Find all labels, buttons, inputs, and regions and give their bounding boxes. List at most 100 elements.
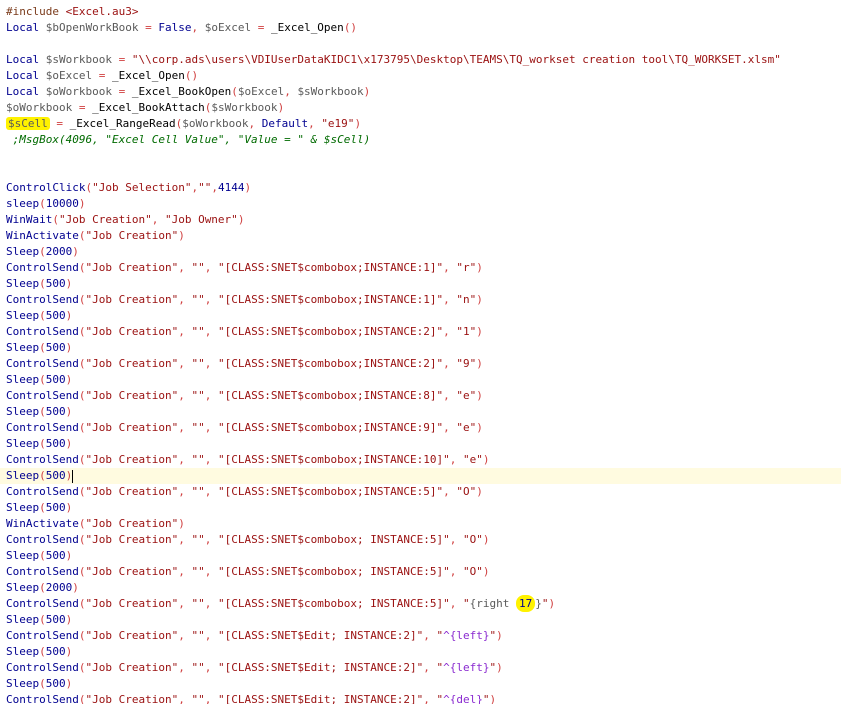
code-token: , [204, 357, 218, 370]
code-line[interactable] [0, 36, 841, 52]
code-line[interactable]: Sleep(500) [0, 676, 841, 692]
code-token: 2000 [45, 245, 73, 258]
code-token: "" [191, 661, 205, 674]
code-token: Local [6, 85, 46, 98]
code-token: $oWorkbook [6, 101, 73, 114]
code-line[interactable]: Sleep(500) [0, 404, 841, 420]
code-token: ^{left} [443, 661, 490, 674]
code-token: , [443, 421, 457, 434]
code-token: Default [261, 117, 309, 130]
code-token: () [184, 69, 199, 82]
code-line[interactable]: ControlSend("Job Creation", "", "[CLASS:… [0, 595, 841, 612]
code-token: Sleep [6, 373, 40, 386]
code-token: "" [191, 293, 205, 306]
code-token: ) [72, 245, 79, 258]
code-token: ^{left} [443, 629, 490, 642]
code-token: , [178, 565, 192, 578]
code-line[interactable]: Sleep(500) [0, 500, 841, 516]
code-token: ( [39, 309, 46, 322]
code-token: ( [39, 437, 46, 450]
code-line[interactable]: ControlSend("Job Creation", "", "[CLASS:… [0, 532, 841, 548]
code-line[interactable]: Sleep(500) [0, 308, 841, 324]
code-token: ) [489, 693, 497, 704]
code-line[interactable]: ControlSend("Job Creation", "", "[CLASS:… [0, 420, 841, 436]
code-line[interactable]: Local $bOpenWorkBook = False, $oExcel = … [0, 20, 841, 36]
code-line[interactable]: Sleep(500) [0, 436, 841, 452]
code-line[interactable]: Local $oWorkbook = _Excel_BookOpen($oExc… [0, 84, 841, 100]
code-token: "[CLASS:SNET$combobox; INSTANCE:5]" [217, 597, 450, 610]
code-token: = [111, 53, 132, 66]
code-token: , [443, 485, 457, 498]
code-token: "Job Creation" [85, 261, 179, 274]
code-token: "Job Creation" [85, 629, 179, 642]
code-line[interactable]: Sleep(2000) [0, 244, 841, 260]
code-token: , [449, 597, 463, 610]
code-token: , [178, 485, 192, 498]
code-token: Sleep [6, 277, 40, 290]
code-token: , [204, 693, 218, 704]
code-token: "O" [463, 565, 483, 578]
code-token: Sleep [6, 501, 40, 514]
code-token: Sleep [6, 677, 40, 690]
code-line[interactable]: ;MsgBox(4096, "Excel Cell Value", "Value… [0, 132, 841, 148]
code-token: 500 [45, 501, 66, 514]
code-token: ControlSend [6, 293, 79, 306]
code-token: , [204, 421, 218, 434]
code-line[interactable]: ControlSend("Job Creation", "", "[CLASS:… [0, 484, 841, 500]
code-token: , [284, 85, 298, 98]
code-line[interactable]: Sleep(500) [0, 340, 841, 356]
code-editor[interactable]: #include <Excel.au3> Local $bOpenWorkBook… [0, 0, 841, 704]
code-line[interactable]: ControlSend("Job Creation", "", "[CLASS:… [0, 692, 841, 704]
code-line[interactable]: WinActivate("Job Creation") [0, 516, 841, 532]
code-line[interactable]: Sleep(2000) [0, 580, 841, 596]
code-line[interactable]: ControlSend("Job Creation", "", "[CLASS:… [0, 260, 841, 276]
code-line[interactable]: ControlSend("Job Creation", "", "[CLASS:… [0, 292, 841, 308]
code-token: sleep [6, 197, 40, 210]
code-token: "Job Creation" [85, 293, 179, 306]
code-line[interactable]: Sleep(500) [0, 644, 841, 660]
code-token: 500 [45, 437, 66, 450]
code-token: , [204, 453, 218, 466]
code-line[interactable]: Sleep(500) [0, 468, 841, 484]
code-line[interactable]: ControlSend("Job Creation", "", "[CLASS:… [0, 324, 841, 340]
code-token: ( [39, 405, 46, 418]
code-line[interactable]: Sleep(500) [0, 372, 841, 388]
code-token: "Job Creation" [85, 565, 179, 578]
code-token: , [443, 261, 457, 274]
code-token: ) [548, 597, 556, 610]
code-line[interactable]: sleep(10000) [0, 196, 841, 212]
code-line[interactable] [0, 164, 841, 180]
code-line[interactable]: ControlSend("Job Creation", "", "[CLASS:… [0, 564, 841, 580]
code-token: 500 [45, 277, 66, 290]
code-line[interactable]: ControlSend("Job Creation", "", "[CLASS:… [0, 356, 841, 372]
code-line[interactable]: Local $oExcel = _Excel_Open() [0, 68, 841, 84]
code-line[interactable]: #include <Excel.au3> [0, 4, 841, 20]
code-token: , [204, 293, 218, 306]
code-line[interactable]: Sleep(500) [0, 612, 841, 628]
code-line[interactable]: ControlSend("Job Creation", "", "[CLASS:… [0, 660, 841, 676]
code-line[interactable]: ControlSend("Job Creation", "", "[CLASS:… [0, 388, 841, 404]
code-line[interactable]: Local $sWorkbook = "\\corp.ads\users\VDI… [0, 52, 841, 68]
code-line[interactable]: ControlSend("Job Creation", "", "[CLASS:… [0, 628, 841, 644]
code-line[interactable]: Sleep(500) [0, 548, 841, 564]
code-token: "" [191, 597, 205, 610]
code-line[interactable] [0, 148, 841, 164]
code-line[interactable]: ControlSend("Job Creation", "", "[CLASS:… [0, 452, 841, 468]
code-token: 4144 [217, 181, 245, 194]
code-token: } [535, 597, 542, 610]
code-line[interactable]: $sCell = _Excel_RangeRead($oWorkbook, De… [0, 116, 841, 132]
code-token: ) [476, 293, 483, 306]
code-line[interactable]: WinWait("Job Creation", "Job Owner") [0, 212, 841, 228]
code-token: ) [237, 213, 245, 226]
code-token: ) [65, 613, 73, 626]
code-token: ( [39, 677, 46, 690]
code-line[interactable]: WinActivate("Job Creation") [0, 228, 841, 244]
code-line[interactable]: Sleep(500) [0, 276, 841, 292]
code-line[interactable]: $oWorkbook = _Excel_BookAttach($sWorkboo… [0, 100, 841, 116]
code-token: ControlSend [6, 357, 79, 370]
code-token: $oWorkbook [45, 85, 112, 98]
code-token: , [178, 389, 192, 402]
code-token: $sWorkbook [45, 53, 112, 66]
code-line[interactable]: ControlClick("Job Selection","",4144) [0, 180, 841, 196]
code-token: , [178, 421, 192, 434]
